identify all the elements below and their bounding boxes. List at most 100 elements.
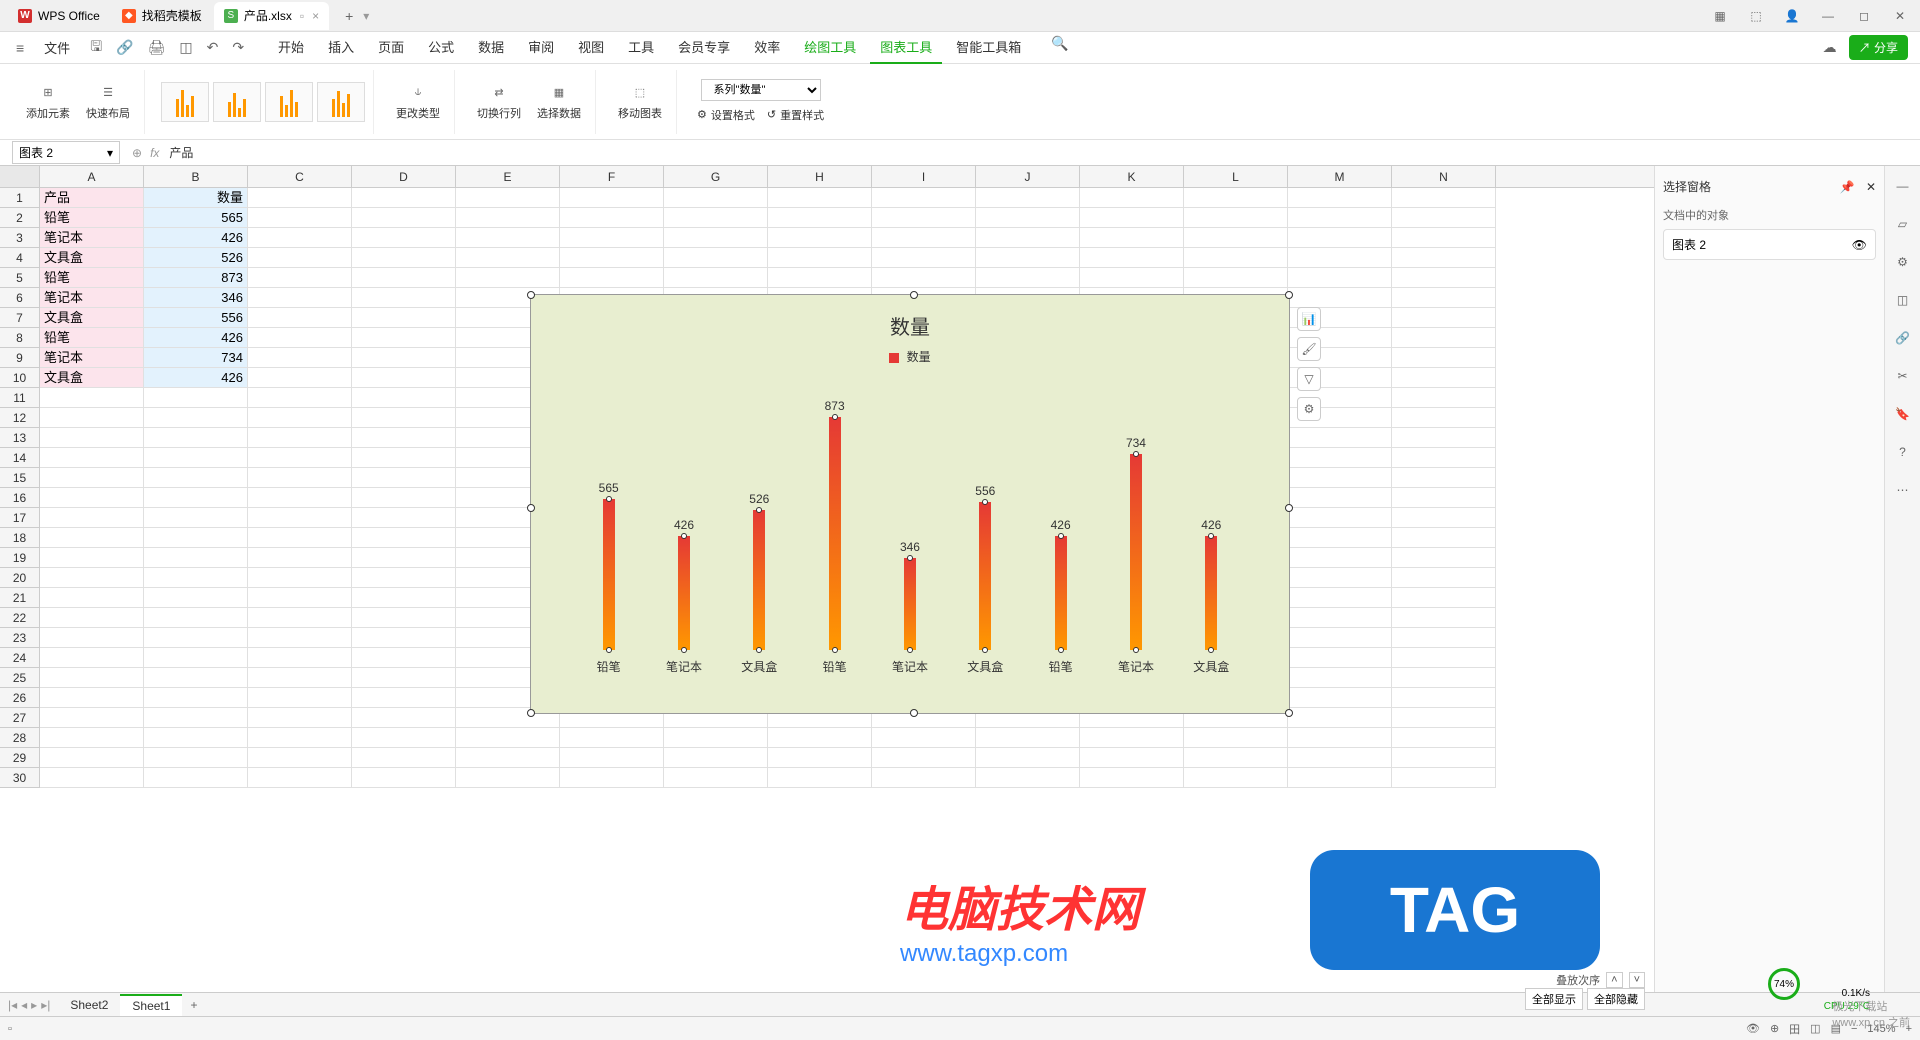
- cell[interactable]: [352, 388, 456, 408]
- cell[interactable]: [352, 688, 456, 708]
- tab-chart-tools[interactable]: 图表工具: [870, 31, 942, 64]
- row-header[interactable]: 5: [0, 268, 40, 288]
- row-header[interactable]: 4: [0, 248, 40, 268]
- cell[interactable]: [1392, 248, 1496, 268]
- cell[interactable]: [248, 648, 352, 668]
- cell[interactable]: [768, 268, 872, 288]
- cell[interactable]: [1080, 768, 1184, 788]
- cell[interactable]: [352, 528, 456, 548]
- sheet-tab-sheet2[interactable]: Sheet2: [58, 995, 120, 1015]
- cell[interactable]: 426: [144, 368, 248, 388]
- view-layout-icon[interactable]: ◫: [1810, 1022, 1820, 1035]
- chart-settings-button[interactable]: ⚙: [1297, 397, 1321, 421]
- cell[interactable]: [872, 228, 976, 248]
- row-header[interactable]: 6: [0, 288, 40, 308]
- bar-group[interactable]: 526文具盒: [729, 492, 789, 675]
- cell[interactable]: [1392, 668, 1496, 688]
- first-sheet-icon[interactable]: |◂: [8, 998, 17, 1012]
- tab-formula[interactable]: 公式: [418, 31, 464, 64]
- tab-review[interactable]: 审阅: [518, 31, 564, 64]
- cell[interactable]: 铅笔: [40, 268, 144, 288]
- bar-group[interactable]: 426文具盒: [1181, 518, 1241, 675]
- tab-page[interactable]: 页面: [368, 31, 414, 64]
- cell[interactable]: [1288, 468, 1392, 488]
- cell[interactable]: [352, 328, 456, 348]
- cell[interactable]: [144, 588, 248, 608]
- col-header[interactable]: N: [1392, 166, 1496, 187]
- cell[interactable]: [352, 448, 456, 468]
- formula-input[interactable]: 产品: [167, 142, 1908, 163]
- cell[interactable]: [560, 228, 664, 248]
- search-icon[interactable]: 🔍: [1047, 31, 1072, 64]
- cell[interactable]: [144, 748, 248, 768]
- view-center-icon[interactable]: ⊕: [1770, 1022, 1779, 1035]
- cell[interactable]: 文具盒: [40, 248, 144, 268]
- cell[interactable]: [560, 768, 664, 788]
- cell[interactable]: 873: [144, 268, 248, 288]
- cell[interactable]: [768, 188, 872, 208]
- layers-icon[interactable]: ◫: [1891, 288, 1915, 312]
- chart-preset-4[interactable]: [317, 82, 365, 122]
- row-header[interactable]: 28: [0, 728, 40, 748]
- col-header[interactable]: L: [1184, 166, 1288, 187]
- cell[interactable]: [976, 268, 1080, 288]
- cell[interactable]: [1288, 268, 1392, 288]
- cell[interactable]: 526: [144, 248, 248, 268]
- cell[interactable]: [352, 248, 456, 268]
- cell[interactable]: [352, 368, 456, 388]
- cell[interactable]: [352, 668, 456, 688]
- tab-drawing-tools[interactable]: 绘图工具: [794, 31, 866, 64]
- cell[interactable]: [560, 248, 664, 268]
- cell[interactable]: [248, 608, 352, 628]
- row-header[interactable]: 29: [0, 748, 40, 768]
- cell[interactable]: [352, 408, 456, 428]
- cell[interactable]: [1080, 228, 1184, 248]
- cell[interactable]: [248, 708, 352, 728]
- chart-preset-2[interactable]: [213, 82, 261, 122]
- cell[interactable]: [144, 468, 248, 488]
- cell[interactable]: [144, 708, 248, 728]
- cell[interactable]: [40, 488, 144, 508]
- cell[interactable]: [352, 188, 456, 208]
- cell[interactable]: [248, 328, 352, 348]
- cell[interactable]: [872, 208, 976, 228]
- cell[interactable]: [1392, 768, 1496, 788]
- select-all-corner[interactable]: [0, 166, 40, 187]
- cell[interactable]: [664, 748, 768, 768]
- row-header[interactable]: 9: [0, 348, 40, 368]
- cell[interactable]: [456, 208, 560, 228]
- cell[interactable]: [456, 268, 560, 288]
- cell[interactable]: [1288, 648, 1392, 668]
- cell[interactable]: [1080, 208, 1184, 228]
- cell[interactable]: [1288, 188, 1392, 208]
- more-icon[interactable]: ⋯: [1891, 478, 1915, 502]
- bar[interactable]: [603, 499, 615, 650]
- cell[interactable]: [248, 388, 352, 408]
- cell[interactable]: [352, 268, 456, 288]
- cell[interactable]: [560, 728, 664, 748]
- cell[interactable]: [1392, 328, 1496, 348]
- cell[interactable]: [1392, 468, 1496, 488]
- view-normal-icon[interactable]: 田: [1789, 1021, 1800, 1037]
- cell[interactable]: [1080, 248, 1184, 268]
- panel-item-chart[interactable]: 图表 2 👁: [1663, 229, 1876, 260]
- row-header[interactable]: 18: [0, 528, 40, 548]
- cell[interactable]: [1288, 728, 1392, 748]
- cell[interactable]: [144, 448, 248, 468]
- row-header[interactable]: 2: [0, 208, 40, 228]
- bar-group[interactable]: 734笔记本: [1106, 436, 1166, 675]
- cell[interactable]: [1288, 508, 1392, 528]
- cell[interactable]: [1288, 488, 1392, 508]
- cell[interactable]: [1288, 588, 1392, 608]
- cell[interactable]: [40, 588, 144, 608]
- last-sheet-icon[interactable]: ▸|: [41, 998, 50, 1012]
- cell[interactable]: [1080, 748, 1184, 768]
- cell[interactable]: [40, 468, 144, 488]
- cell[interactable]: [352, 468, 456, 488]
- help-icon[interactable]: ?: [1891, 440, 1915, 464]
- row-header[interactable]: 17: [0, 508, 40, 528]
- chart-plot-area[interactable]: 565铅笔426笔记本526文具盒873铅笔346笔记本556文具盒426铅笔7…: [571, 375, 1249, 675]
- col-header[interactable]: B: [144, 166, 248, 187]
- row-header[interactable]: 20: [0, 568, 40, 588]
- cell[interactable]: [1080, 728, 1184, 748]
